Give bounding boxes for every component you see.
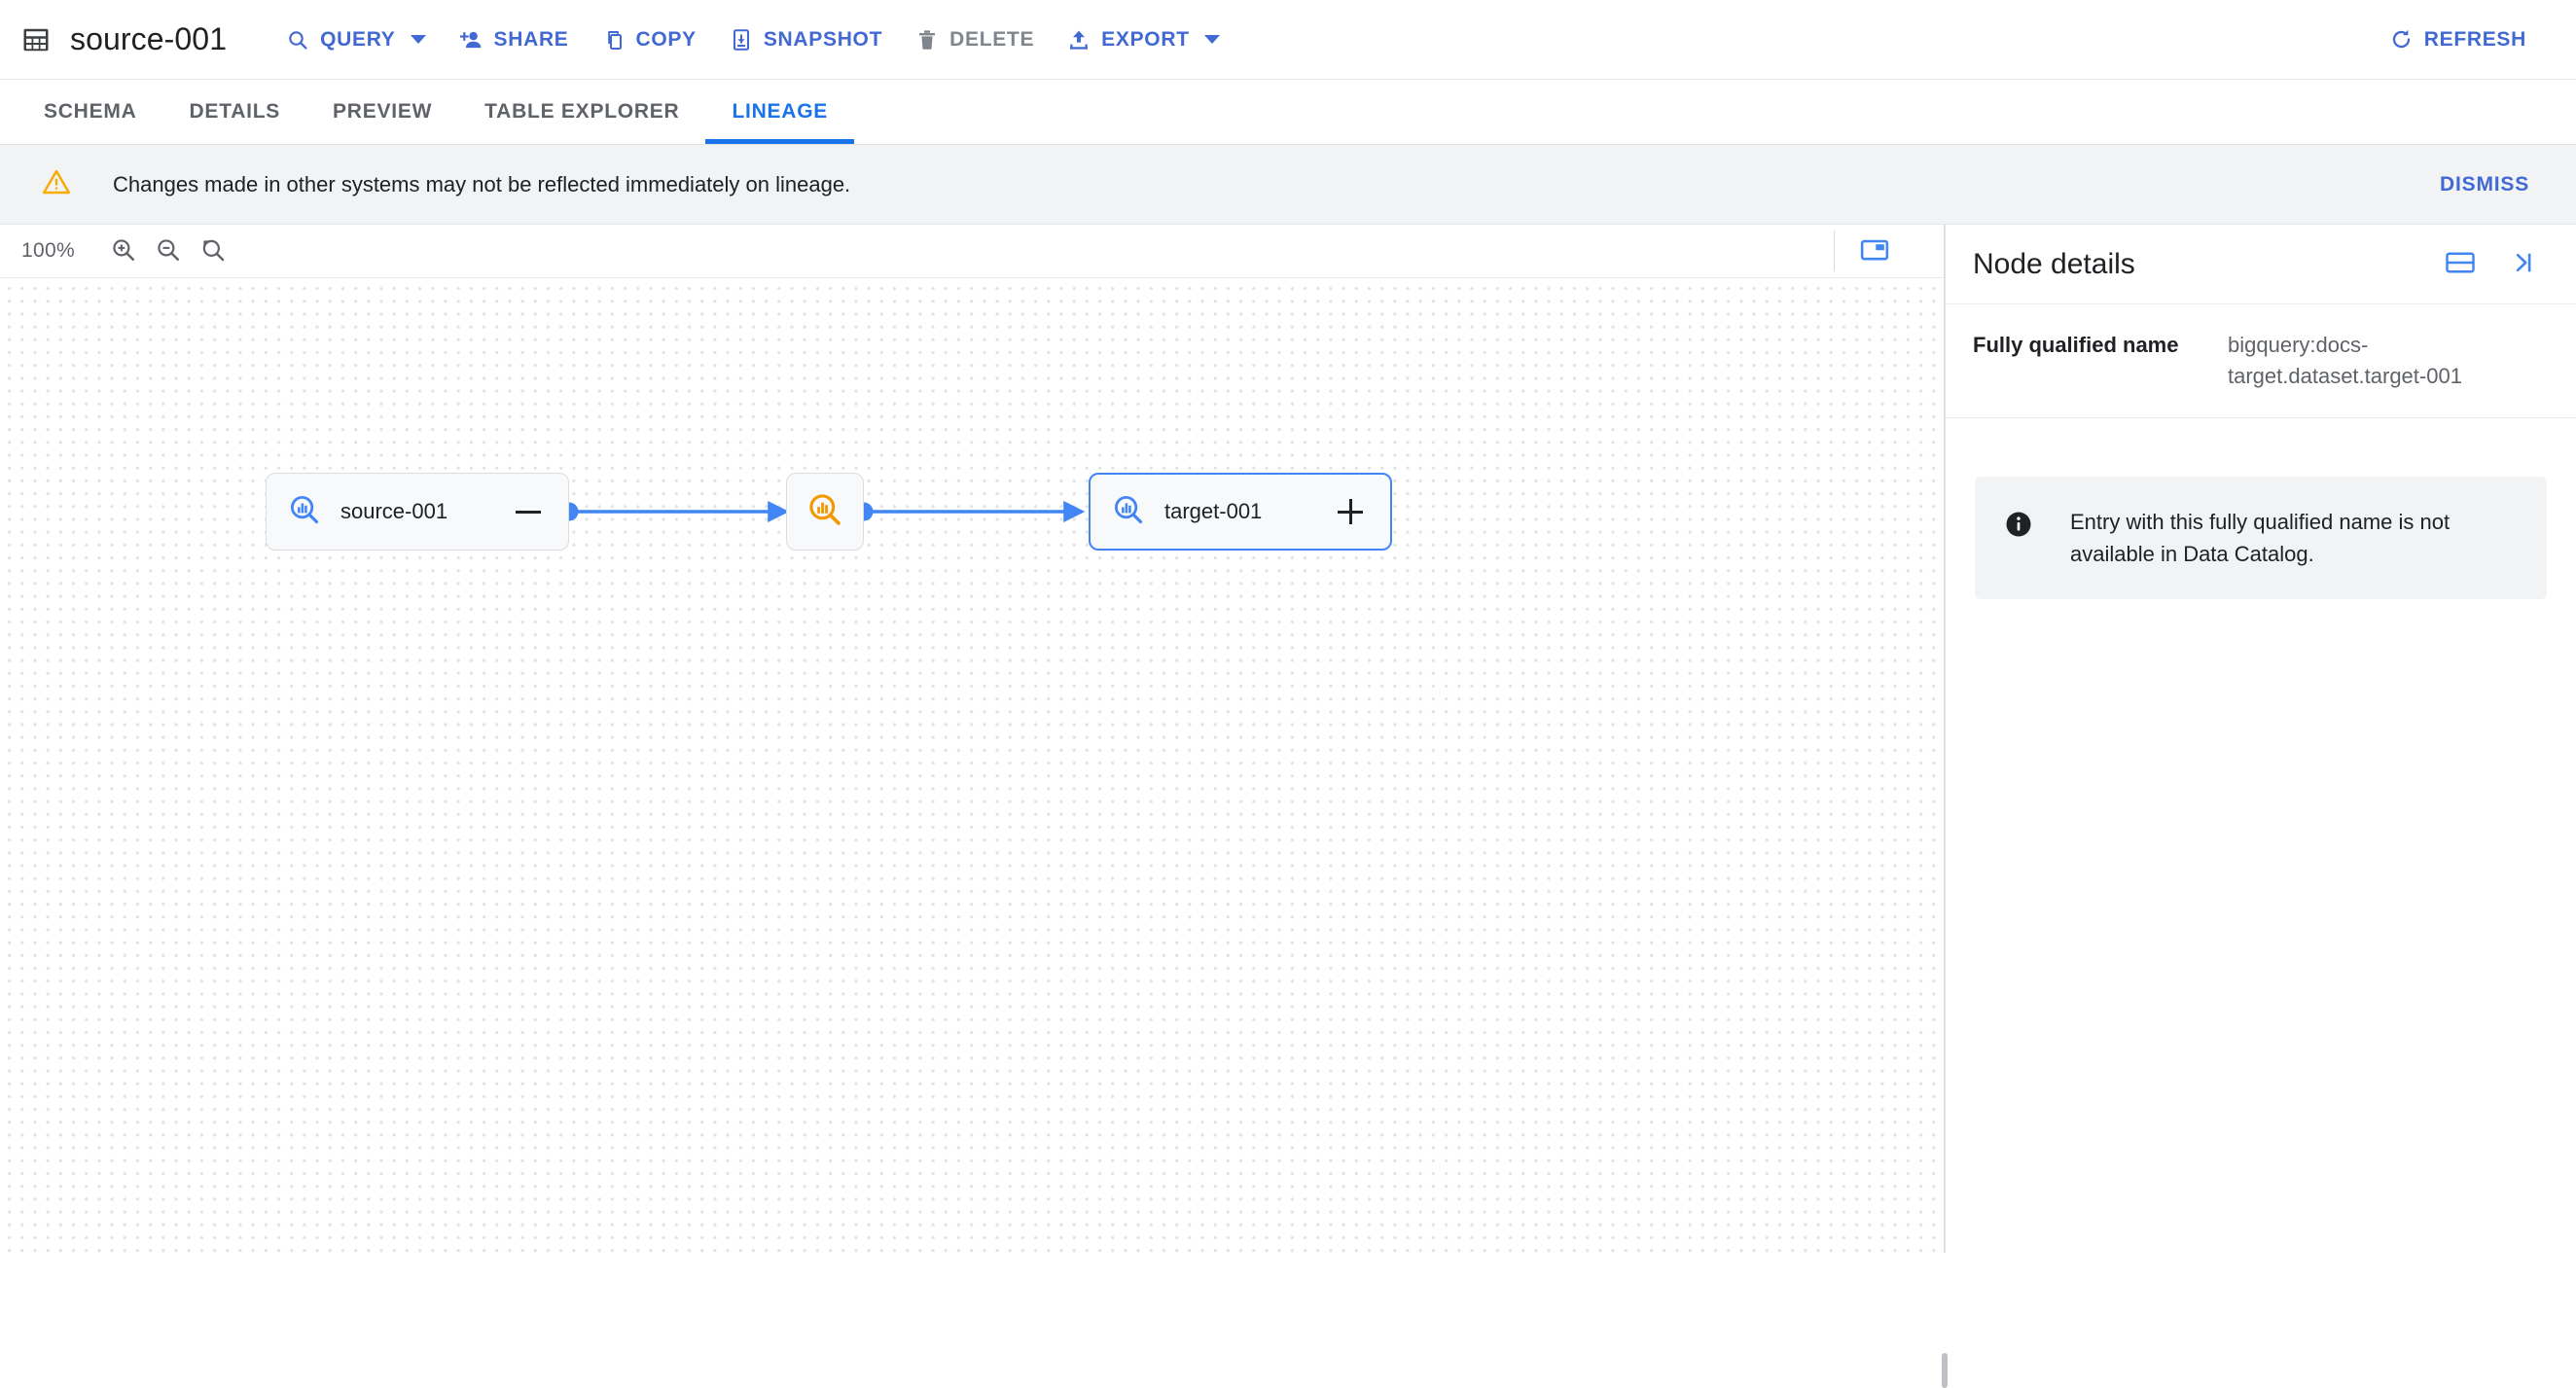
lineage-warning-banner: Changes made in other systems may not be… [0, 145, 2576, 225]
tab-table-explorer[interactable]: TABLE EXPLORER [458, 80, 705, 144]
banner-message: Changes made in other systems may not be… [113, 171, 851, 196]
chevron-down-icon [410, 35, 426, 44]
zoom-level-label: 100% [21, 239, 75, 262]
tab-preview[interactable]: PREVIEW [306, 80, 458, 144]
panel-title: Node details [1973, 247, 2135, 280]
refresh-button[interactable]: REFRESH [2373, 18, 2543, 61]
lineage-node-target[interactable]: target-001 [1089, 473, 1392, 551]
panel-resize-handle[interactable] [1942, 225, 1948, 1388]
split-pane-icon [2446, 251, 2475, 277]
toolbar-divider [1834, 231, 1835, 271]
tab-bar: SCHEMA DETAILS PREVIEW TABLE EXPLORER LI… [0, 80, 2576, 145]
chevron-down-icon [1203, 35, 1220, 44]
canvas-toolbar: 100% [0, 225, 1944, 278]
dock-layout-button[interactable] [2438, 242, 2483, 287]
content-area: 100% source-001 target-001 Node details … [0, 225, 2576, 1388]
dismiss-button[interactable]: DISMISS [2426, 163, 2543, 206]
data-search-orange-icon [806, 491, 843, 533]
node-details-panel: Node details Fully qualified name bigque… [1946, 225, 2576, 1253]
export-icon [1067, 28, 1091, 52]
top-toolbar: source-001 QUERY SHARE COPY SNAPSHOT DEL… [0, 0, 2576, 80]
collapse-node-source-button[interactable] [512, 495, 545, 528]
zoom-in-icon [110, 236, 137, 267]
canvas-toolbar-right [1816, 229, 1944, 273]
tab-schema[interactable]: SCHEMA [18, 80, 163, 144]
refresh-label: REFRESH [2423, 27, 2526, 51]
person-add-icon [459, 28, 483, 52]
snapshot-icon [730, 28, 753, 52]
lineage-graph-canvas[interactable]: source-001 target-001 [0, 278, 1944, 1253]
collapse-right-icon [2509, 250, 2536, 278]
minimap-toggle-button[interactable] [1852, 229, 1897, 273]
copy-icon [602, 28, 626, 52]
lineage-node-source[interactable]: source-001 [266, 473, 569, 551]
delete-label: DELETE [949, 27, 1035, 51]
detail-key-fqn: Fully qualified name [1973, 333, 2179, 357]
data-search-blue-icon [1112, 493, 1145, 531]
info-message-text: Entry with this fully qualified name is … [2070, 509, 2451, 566]
zoom-out-icon [155, 236, 182, 267]
zoom-out-button[interactable] [146, 229, 191, 273]
title-group: source-001 [21, 21, 227, 57]
node-label-target: target-001 [1164, 499, 1263, 523]
zoom-reset-button[interactable] [191, 229, 235, 273]
page-title: source-001 [70, 21, 228, 56]
query-button[interactable]: QUERY [269, 18, 442, 61]
expand-node-target-button[interactable] [1334, 495, 1367, 528]
refresh-wrapper: REFRESH [2373, 18, 2543, 61]
copy-button[interactable]: COPY [586, 18, 713, 61]
delete-button[interactable]: DELETE [899, 18, 1051, 61]
collapse-panel-button[interactable] [2500, 242, 2545, 287]
info-circle-icon [2004, 506, 2033, 544]
export-button[interactable]: EXPORT [1051, 18, 1236, 61]
query-label: QUERY [320, 27, 396, 51]
bigquery-lineage-page: source-001 QUERY SHARE COPY SNAPSHOT DEL… [0, 0, 2576, 1388]
minimap-icon [1860, 237, 1889, 266]
detail-value-fqn: bigquery:docs-target.dataset.target-001 [2228, 333, 2462, 388]
export-label: EXPORT [1101, 27, 1190, 51]
detail-row: Fully qualified name bigquery:docs-targe… [1946, 304, 2576, 418]
tab-details[interactable]: DETAILS [163, 80, 307, 144]
panel-header-actions [2438, 242, 2545, 287]
snapshot-label: SNAPSHOT [763, 27, 883, 51]
refresh-icon [2389, 27, 2414, 52]
lineage-node-process[interactable] [786, 473, 864, 551]
search-icon [286, 28, 309, 52]
copy-label: COPY [635, 27, 697, 51]
data-search-blue-icon [288, 493, 321, 531]
node-details-header: Node details [1946, 225, 2576, 304]
snapshot-button[interactable]: SNAPSHOT [713, 18, 899, 61]
tab-lineage[interactable]: LINEAGE [705, 80, 854, 144]
share-label: SHARE [493, 27, 569, 51]
node-label-source: source-001 [340, 499, 448, 523]
lineage-edges [559, 500, 1086, 523]
table-grid-icon [21, 25, 51, 54]
zoom-reset-icon [199, 236, 227, 267]
share-button[interactable]: SHARE [443, 18, 586, 61]
lineage-canvas-column: 100% source-001 target-001 [0, 225, 1944, 1253]
toolbar-actions: QUERY SHARE COPY SNAPSHOT DELETE EXPORT [269, 18, 1236, 61]
warning-triangle-icon [42, 168, 71, 200]
catalog-info-message: Entry with this fully qualified name is … [1975, 476, 2547, 599]
zoom-in-button[interactable] [101, 229, 146, 273]
trash-icon [915, 28, 939, 52]
